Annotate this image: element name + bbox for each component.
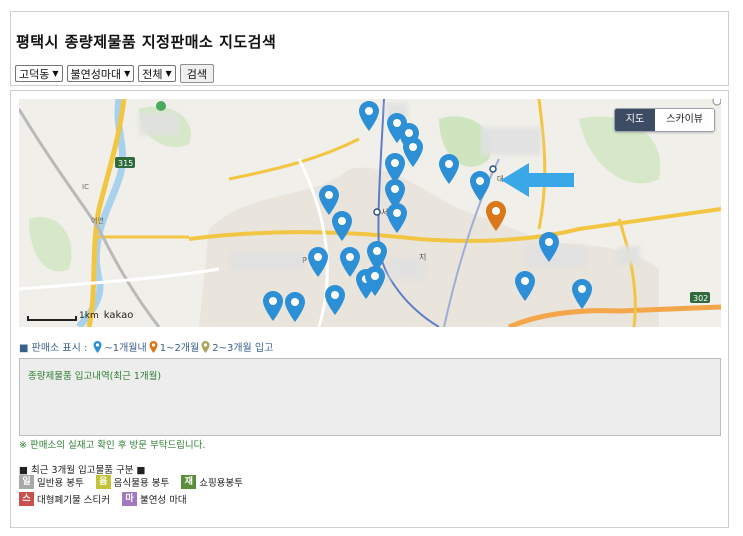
category-badge-general: 일 — [19, 475, 34, 489]
district-select[interactable]: 고덕동 ▼ — [15, 65, 63, 82]
product-select-value: 불연성마대 — [70, 67, 122, 81]
store-marker-recent[interactable] — [365, 266, 385, 296]
store-marker-recent[interactable] — [263, 291, 283, 321]
store-marker-recent[interactable] — [359, 101, 379, 131]
chevron-down-icon: ▼ — [124, 69, 131, 78]
category-label-general: 일반용 봉투 — [37, 478, 84, 489]
place-label-dae: 대 — [497, 175, 503, 183]
road-number-302: 302 — [693, 294, 708, 303]
category-heading: ■ 최근 3개월 입고물품 구분 ■ — [19, 465, 146, 476]
pin-recent-icon — [93, 340, 102, 353]
marker-legend: ■ 판매소 표시 : ~1개월내 1~2개월 2~3개월 입고 — [19, 339, 273, 354]
map-view[interactable]: 315 302 IC 어연 서 지 P 대 지도 스카이뷰 1km kakao — [19, 99, 721, 327]
category-label-food: 음식물용 봉투 — [113, 478, 170, 489]
period-select[interactable]: 전체 ▼ — [138, 65, 176, 82]
search-panel: 평택시 종량제물품 지정판매소 지도검색 고덕동 ▼ 불연성마대 ▼ 전체 ▼ … — [10, 11, 729, 86]
product-select[interactable]: 불연성마대 ▼ — [66, 65, 135, 82]
store-marker-recent[interactable] — [539, 232, 559, 262]
redacted-label — [618, 246, 640, 264]
map-scale: 1km kakao — [27, 310, 133, 321]
store-marker-recent[interactable] — [308, 247, 328, 277]
category-label-shopping: 쇼핑용봉투 — [199, 478, 243, 489]
place-label-ic: IC — [82, 183, 89, 191]
store-marker-recent[interactable] — [515, 271, 535, 301]
category-badge-food: 음 — [95, 475, 111, 489]
place-label-eoyeon: 어연 — [91, 216, 104, 225]
scale-bar — [27, 316, 77, 321]
store-marker-recent[interactable] — [572, 279, 592, 309]
district-select-value: 고덕동 — [19, 67, 50, 81]
category-label-sticker: 대형폐기물 스티커 — [37, 495, 110, 506]
category-label-sack: 불연성 마대 — [139, 495, 187, 506]
store-marker-recent[interactable] — [325, 285, 345, 315]
legend-1-2m: 1~2개월 — [159, 343, 200, 354]
result-panel: 315 302 IC 어연 서 지 P 대 지도 스카이뷰 1km kakao … — [10, 90, 729, 528]
chevron-down-icon: ▼ — [165, 69, 172, 78]
store-marker-recent[interactable] — [403, 137, 423, 167]
stock-history-box: 종량제물품 입고내역(최근 1개월) — [19, 358, 721, 436]
store-marker-recent[interactable] — [387, 203, 407, 233]
visit-notice: ※ 판매소의 실재고 확인 후 방문 부탁드립니다. — [19, 440, 206, 451]
search-button[interactable]: 검색 — [179, 64, 214, 83]
page-title: 평택시 종량제물품 지정판매소 지도검색 — [16, 33, 277, 51]
map-type-map-button[interactable]: 지도 — [614, 109, 656, 131]
category-row-2: 스 대형폐기물 스티커 마 불연성 마대 — [19, 492, 187, 506]
filter-bar: 고덕동 ▼ 불연성마대 ▼ 전체 ▼ 검색 — [15, 64, 214, 83]
map-type-toggle: 지도 스카이뷰 — [613, 108, 715, 132]
redacted-label — [231, 252, 303, 270]
road-number-315: 315 — [118, 159, 133, 168]
period-select-value: 전체 — [142, 67, 163, 81]
store-marker-1-2m[interactable] — [486, 201, 506, 231]
legend-2-3m: 2~3개월 입고 — [212, 343, 274, 354]
store-marker-recent[interactable] — [332, 211, 352, 241]
store-marker-recent[interactable] — [439, 154, 459, 184]
redacted-label — [389, 259, 425, 279]
category-badge-sticker: 스 — [19, 492, 34, 506]
chevron-down-icon: ▼ — [52, 69, 59, 78]
redacted-label — [139, 113, 179, 135]
legend-prefix: ■ 판매소 표시 : — [19, 343, 88, 354]
map-type-skyview-button[interactable]: 스카이뷰 — [655, 109, 714, 131]
category-row-1: 일 일반용 봉투 음 음식물용 봉투 재 쇼핑용봉투 — [19, 475, 243, 489]
category-badge-sack: 마 — [121, 492, 137, 506]
pin-1-2m-icon — [149, 340, 158, 353]
map-provider-logo: kakao — [103, 310, 134, 321]
category-badge-shopping: 재 — [181, 475, 197, 489]
redacted-label — [481, 127, 541, 155]
scale-label: 1km — [79, 311, 99, 321]
stock-history-title: 종량제물품 입고내역(최근 1개월) — [28, 371, 162, 382]
legend-within-1m: ~1개월내 — [104, 343, 147, 354]
pin-2-3m-icon — [201, 340, 210, 353]
store-marker-recent[interactable] — [285, 292, 305, 322]
store-marker-recent[interactable] — [470, 171, 490, 201]
